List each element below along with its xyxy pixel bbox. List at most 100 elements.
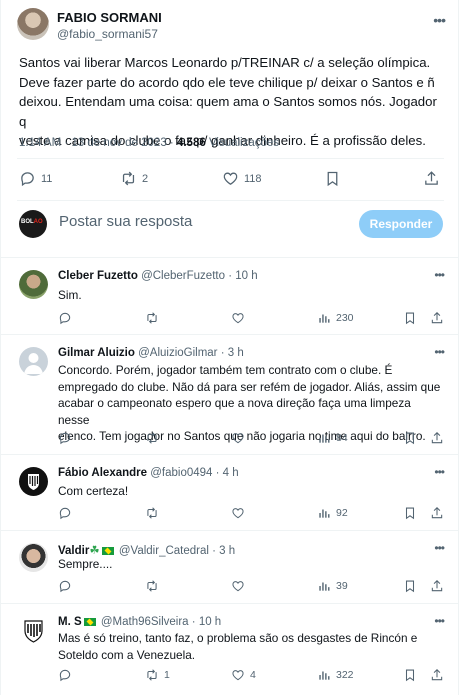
- reply-author-handle[interactable]: @fabio0494: [150, 467, 212, 479]
- views-icon: [319, 509, 330, 518]
- retweet-button[interactable]: [145, 431, 164, 445]
- bookmark-button[interactable]: [324, 170, 341, 187]
- reply-button[interactable]: [58, 579, 77, 593]
- reply-time[interactable]: · 10 h: [228, 270, 257, 282]
- reply-button[interactable]: [58, 506, 77, 520]
- views-button[interactable]: 92: [317, 506, 348, 520]
- reply-icon: [59, 432, 71, 445]
- author-name[interactable]: FABIO SORMANI: [57, 10, 162, 25]
- heart-icon: [232, 581, 244, 592]
- tweet-date[interactable]: 13 de nov de 2023: [71, 137, 166, 149]
- reply-text: Mas é só treino, tanto faz, o problema s…: [58, 631, 418, 662]
- share-button[interactable]: [423, 170, 440, 187]
- reply-button[interactable]: 11: [19, 170, 52, 187]
- avatar[interactable]: [19, 270, 48, 299]
- retweet-button[interactable]: [145, 311, 164, 325]
- main-actions-bar: 11 2 118: [19, 170, 443, 192]
- reply-item[interactable]: Gilmar Aluizio @AluizioGilmar · 3 h ••• …: [1, 335, 459, 455]
- reply-item[interactable]: M. S @Math96Silveira · 10 h ••• Mas é só…: [1, 604, 459, 695]
- views-icon: [319, 434, 330, 443]
- ellipsis-icon[interactable]: •••: [434, 541, 445, 555]
- like-button[interactable]: [231, 431, 250, 445]
- like-button[interactable]: [231, 579, 250, 593]
- share-button[interactable]: [430, 506, 444, 520]
- author-handle[interactable]: @fabio_sormani57: [57, 27, 158, 41]
- reply-time[interactable]: · 10 h: [192, 616, 221, 628]
- reply-actions-bar: 1 4 322: [58, 668, 444, 684]
- reply-author-handle[interactable]: @CleberFuzetto: [141, 270, 225, 282]
- bookmark-button[interactable]: [403, 506, 417, 520]
- reply-actions-bar: 230: [58, 311, 444, 327]
- bookmark-icon: [405, 432, 415, 445]
- reply-item[interactable]: Cleber Fuzetto @CleberFuzetto · 10 h •••…: [1, 258, 459, 335]
- like-button[interactable]: 118: [222, 170, 262, 187]
- views-button[interactable]: 39: [317, 579, 348, 593]
- avatar-logo: BOLAO: [21, 219, 43, 225]
- like-button[interactable]: [231, 506, 250, 520]
- views-button[interactable]: 84: [317, 431, 348, 445]
- share-button[interactable]: [430, 311, 444, 325]
- reply-submit-button[interactable]: Responder: [359, 210, 443, 238]
- tweet-time[interactable]: 1:14 AM: [19, 137, 61, 149]
- views-button[interactable]: 230: [317, 311, 354, 325]
- share-icon: [431, 669, 443, 681]
- ellipsis-icon[interactable]: •••: [433, 12, 446, 28]
- share-icon: [431, 432, 443, 444]
- views-button[interactable]: 322: [317, 668, 354, 682]
- reply-time[interactable]: · 3 h: [221, 347, 244, 359]
- reply-item[interactable]: Fábio Alexandre @fabio0494 · 4 h ••• Com…: [1, 455, 459, 531]
- bookmark-button[interactable]: [403, 311, 417, 325]
- avatar[interactable]: [19, 467, 48, 496]
- reply-item[interactable]: Valdir☘ @Valdir_Catedral · 3 h ••• Sempr…: [1, 531, 459, 604]
- like-button[interactable]: [231, 311, 250, 325]
- retweet-icon: [147, 312, 157, 324]
- avatar[interactable]: [19, 616, 48, 645]
- ellipsis-icon[interactable]: •••: [434, 268, 445, 282]
- retweet-button[interactable]: [145, 506, 164, 520]
- default-avatar-icon: [24, 353, 43, 374]
- share-button[interactable]: [430, 668, 444, 682]
- reply-text: Com certeza!: [58, 484, 129, 498]
- reply-author-handle[interactable]: @AluizioGilmar: [138, 347, 217, 359]
- composer-avatar[interactable]: BOLAO: [19, 210, 47, 238]
- share-button[interactable]: [430, 579, 444, 593]
- bookmark-button[interactable]: [403, 668, 417, 682]
- views-icon: [319, 671, 330, 680]
- reply-icon: [59, 580, 71, 593]
- reply-author-name[interactable]: Cleber Fuzetto: [58, 270, 138, 282]
- reply-time[interactable]: · 4 h: [216, 467, 239, 479]
- retweet-button[interactable]: 1: [145, 668, 170, 682]
- tweet-thread: FABIO SORMANI @fabio_sormani57 ••• Santo…: [0, 0, 459, 695]
- ellipsis-icon[interactable]: •••: [434, 465, 445, 479]
- reply-button[interactable]: [58, 431, 77, 445]
- reply-header: M. S @Math96Silveira · 10 h: [58, 616, 221, 628]
- retweet-icon: [147, 432, 157, 444]
- retweet-button[interactable]: 2: [120, 170, 148, 187]
- reply-author-name[interactable]: M. S: [58, 616, 82, 628]
- reply-button[interactable]: [58, 668, 77, 682]
- ellipsis-icon[interactable]: •••: [434, 614, 445, 628]
- reply-text: Sim.: [58, 288, 82, 302]
- share-button[interactable]: [430, 431, 444, 445]
- reply-author-handle[interactable]: @Math96Silveira: [101, 616, 189, 628]
- retweet-button[interactable]: [145, 579, 164, 593]
- reply-author-name[interactable]: Gilmar Aluizio: [58, 347, 135, 359]
- bookmark-button[interactable]: [403, 431, 417, 445]
- reply-input[interactable]: Postar sua resposta: [59, 213, 192, 230]
- views-count: 4.586: [176, 137, 206, 149]
- ellipsis-icon[interactable]: •••: [434, 345, 445, 359]
- like-button[interactable]: 4: [231, 668, 256, 682]
- heart-icon: [223, 172, 238, 185]
- reply-button[interactable]: [58, 311, 77, 325]
- reply-author-name[interactable]: Fábio Alexandre: [58, 467, 147, 479]
- bookmark-button[interactable]: [403, 579, 417, 593]
- retweet-icon: [122, 171, 135, 186]
- bookmark-icon: [405, 312, 415, 325]
- reply-icon: [59, 507, 71, 520]
- reply-header: Fábio Alexandre @fabio0494 · 4 h: [58, 467, 239, 479]
- avatar[interactable]: [19, 543, 48, 572]
- retweet-icon: [147, 507, 157, 519]
- avatar[interactable]: [17, 8, 49, 40]
- share-icon: [431, 312, 443, 324]
- avatar[interactable]: [19, 347, 48, 376]
